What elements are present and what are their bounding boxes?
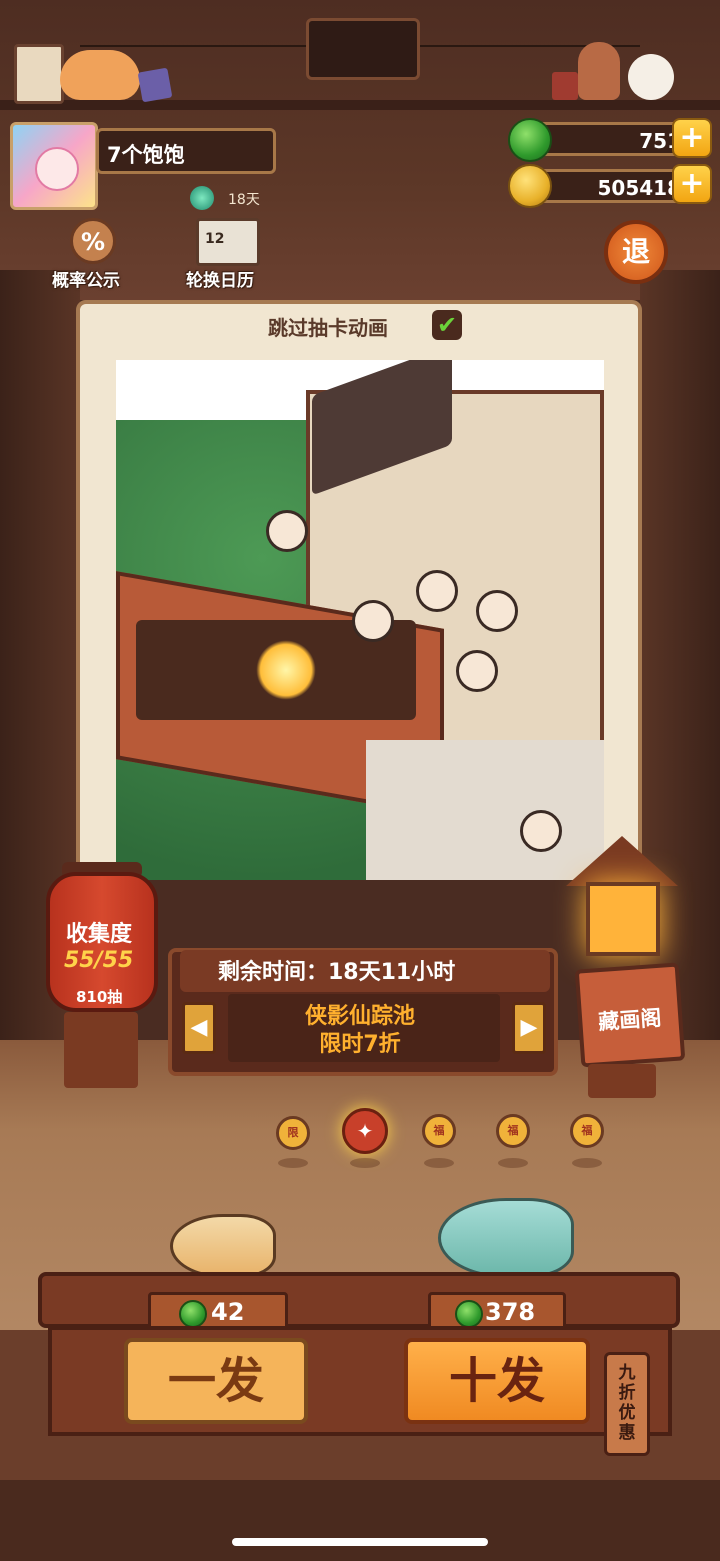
discount-tag: 九折优惠	[604, 1352, 650, 1456]
coin-balance: 505418	[597, 176, 682, 200]
skip-animation-checkbox[interactable]: ✔	[432, 310, 462, 340]
probability-label: 概率公示	[52, 271, 120, 291]
calendar-icon: 12	[196, 218, 260, 266]
next-pool-button[interactable]: ▶	[512, 1002, 546, 1054]
pool-tab-shadow	[278, 1158, 308, 1168]
artwork-stairs	[366, 740, 604, 880]
hanging-portrait-sign	[306, 18, 420, 80]
artwork-character	[520, 810, 562, 852]
pet-character	[628, 54, 674, 100]
npc-character	[578, 42, 620, 100]
jade-icon	[455, 1300, 483, 1328]
home-indicator[interactable]	[232, 1538, 488, 1546]
vip-days: 18天	[228, 192, 260, 208]
gallery-label: 藏画阁	[597, 1005, 663, 1035]
jade-icon	[508, 118, 552, 162]
pool-tab-fortune[interactable]: 福	[422, 1114, 456, 1148]
red-box-decoration	[552, 72, 578, 100]
gallery-stand	[588, 1064, 656, 1098]
jade-icon	[179, 1300, 207, 1328]
player-name: 7个饱饱	[107, 143, 185, 167]
roof-beam	[0, 100, 720, 110]
skip-animation-label[interactable]: 跳过抽卡动画	[268, 312, 388, 341]
artwork-character	[352, 600, 394, 642]
coin-icon	[508, 164, 552, 208]
avatar[interactable]	[10, 122, 98, 210]
single-draw-fish-icon	[170, 1214, 276, 1278]
calendar-button[interactable]: 12 轮换日历	[182, 214, 278, 294]
calendar-label: 轮换日历	[186, 271, 254, 291]
add-coin-button[interactable]: +	[672, 164, 712, 204]
artwork-character	[266, 510, 308, 552]
calendar-icon-number: 12	[205, 231, 225, 247]
pool-tab-fortune[interactable]: 福	[496, 1114, 530, 1148]
prev-pool-button[interactable]: ◀	[182, 1002, 216, 1054]
pool-tab-shadow	[350, 1158, 380, 1168]
banner-artwork	[116, 360, 604, 880]
probability-button[interactable]: % 概率公示	[46, 214, 142, 294]
add-jade-button[interactable]: +	[672, 118, 712, 158]
single-draw-cost: 42	[211, 1298, 245, 1326]
percent-gear-icon: %	[70, 218, 116, 264]
lamp-icon	[586, 882, 660, 956]
exit-button[interactable]: 退	[604, 220, 668, 284]
player-name-box: 7个饱饱	[96, 128, 276, 174]
vip-badge-icon	[190, 186, 214, 210]
draw-counter	[38, 1272, 680, 1328]
ten-draw-cost: 378	[485, 1298, 536, 1326]
artwork-fire	[256, 640, 316, 700]
artwork-character	[456, 650, 498, 692]
book-decoration	[137, 67, 173, 103]
ten-draw-fish-icon	[438, 1198, 574, 1278]
paw-frame-decoration	[14, 44, 64, 104]
pool-tab-limited[interactable]: 限	[276, 1116, 310, 1150]
pool-tab-active[interactable]: ✦	[342, 1108, 388, 1154]
pool-tab-shadow	[498, 1158, 528, 1168]
single-draw-button[interactable]: 一发	[124, 1338, 308, 1424]
cat-decoration	[60, 50, 140, 100]
avatar-face	[35, 147, 79, 191]
pool-tab-shadow	[424, 1158, 454, 1168]
bottom-dark-strip	[0, 1480, 720, 1561]
artwork-character	[416, 570, 458, 612]
pool-tab-fortune[interactable]: 福	[570, 1114, 604, 1148]
gallery-button[interactable]: 藏画阁	[574, 962, 686, 1068]
artwork-character	[476, 590, 518, 632]
collection-title: 收集度	[66, 922, 133, 947]
collection-progress: 55/55	[64, 948, 134, 973]
pool-tab-shadow	[572, 1158, 602, 1168]
ten-draw-button[interactable]: 十发	[404, 1338, 590, 1424]
remaining-time: 剩余时间：18天11小时	[218, 960, 456, 985]
